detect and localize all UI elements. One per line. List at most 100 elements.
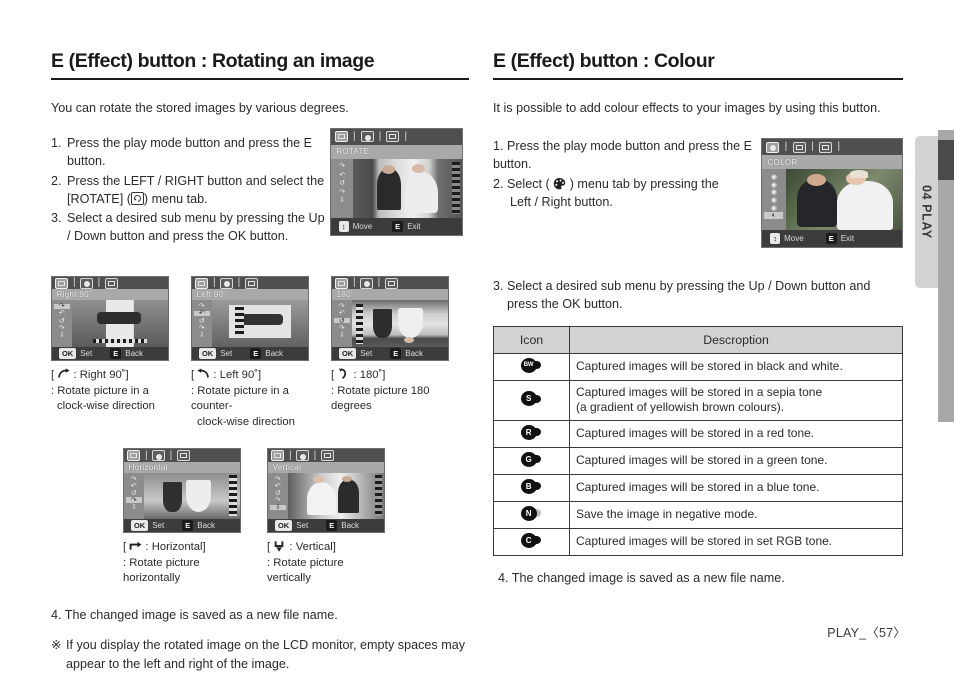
caption-line1: : Rotate picture in a [51, 384, 149, 397]
thumb-group-left90: | | Left 90˚ ↷ ↶ ↺ ↷ ⇩ OK Set E Back [:… [191, 276, 313, 430]
red-badge-icon: R [520, 424, 543, 440]
lcd-side-item-horizontal[interactable]: ↷ [194, 325, 210, 332]
lcd-side-item-vertical[interactable]: ⇩ [194, 332, 210, 339]
right-column: E (Effect) button : Colour It is possibl… [493, 50, 903, 587]
tab-separator: | [212, 277, 216, 289]
table-row: G Captured images will be stored in a gr… [493, 446, 903, 475]
caption-bracket-open: [ [51, 369, 55, 381]
rotate-right-icon [57, 368, 70, 380]
lcd-preview-photo [143, 472, 240, 520]
rotate-thumbs-row-2: | | Horizontal ↷ ↶ ↺ ↷ ⇩ OK Set E Back [… [51, 448, 469, 587]
manual-page: E (Effect) button : Rotating an image Yo… [0, 0, 954, 671]
lcd-tab-resize[interactable] [386, 131, 400, 143]
lcd-side-item-vertical[interactable]: ⇩ [333, 197, 351, 204]
lcd-tab-rotate[interactable] [271, 450, 285, 462]
lcd-side-item-left90[interactable]: ↶ [126, 483, 142, 490]
tab-separator: | [378, 130, 382, 142]
table-cell-description: Captured images will be stored in black … [569, 352, 903, 381]
lcd-footer-exit-label: Exit [840, 233, 855, 243]
step-number: 3. [51, 211, 62, 225]
caption-head: [ : 180˚] [331, 368, 461, 384]
lcd-side-item-vertical[interactable]: ⇩ [126, 504, 142, 511]
lcd-tab-rotate[interactable] [127, 450, 141, 462]
lcd-side-item-right90[interactable]: ↷ [334, 303, 350, 310]
lcd-tab-color[interactable] [296, 450, 310, 462]
lcd-tab-resize[interactable] [244, 277, 258, 289]
lcd-tab-rotate[interactable] [335, 277, 349, 289]
lcd-side-item-horizontal[interactable]: ↷ [333, 189, 351, 196]
lcd-preview-photo [785, 169, 902, 230]
lcd-side-item-green[interactable]: ◉ [764, 204, 783, 212]
lcd-preview-photo [353, 158, 462, 219]
table-header-row: Icon Descroption [493, 325, 903, 354]
caption-line1: : Rotate picture horizontally [123, 556, 200, 585]
lcd-tab-color[interactable] [80, 277, 94, 289]
lcd-side-item-right90[interactable]: ↷ [270, 476, 286, 483]
lcd-side-item-bw[interactable]: ◉ [764, 181, 783, 189]
e-key-icon: E [250, 347, 262, 359]
lcd-tab-color[interactable] [152, 450, 166, 462]
lcd-rotate-main: | | | ROTATE ↷ ↶ ↺ ↷ ⇩ ↕ Move E Exit [330, 128, 463, 236]
lcd-side-item-red[interactable]: ◉ [764, 197, 783, 204]
negative-badge-icon: N [520, 505, 543, 521]
lcd-side-item-horizontal[interactable]: ↷ [54, 325, 70, 332]
lcd-side-item-left90[interactable]: ↶ [334, 310, 350, 317]
lcd-side-item-180[interactable]: ↺ [333, 318, 350, 325]
lcd-vertical: | | Vertical ↷ ↶ ↺ ↷ ⇩ OK Set E Back [267, 448, 385, 534]
lcd-tab-rotate[interactable] [55, 277, 69, 289]
lcd-side-item-vertical[interactable]: ⇩ [54, 332, 70, 339]
lcd-side-item-vertical[interactable]: ⇩ [269, 504, 286, 511]
lcd-side-item-180[interactable]: ↺ [333, 180, 351, 187]
lcd-side-item-vertical[interactable]: ⇩ [334, 332, 350, 339]
lcd-side-item-left90[interactable]: ↶ [270, 483, 286, 490]
lcd-side-item-horizontal[interactable]: ↷ [334, 325, 350, 332]
tab-separator: | [377, 277, 381, 289]
lcd-tab-resize[interactable] [384, 277, 398, 289]
rotate-icon [130, 191, 144, 205]
right-step-4: 4. The changed image is saved as a new f… [498, 570, 785, 585]
lcd-side-item-180[interactable]: ↺ [126, 490, 142, 497]
table-body: BW Captured images will be stored in bla… [493, 352, 903, 556]
bw-badge-icon: BW [520, 357, 543, 373]
ok-key-icon: OK [130, 520, 149, 532]
lcd-side-item-left90[interactable]: ↶ [333, 171, 351, 179]
lcd-side-item-right90[interactable]: ↷ [53, 303, 70, 310]
lcd-side-item-palette[interactable]: ◉ [764, 173, 783, 181]
lcd-side-item-180[interactable]: ↺ [194, 318, 210, 325]
lcd-tab-color[interactable] [766, 141, 780, 153]
tab-separator: | [404, 130, 408, 142]
lcd-tab-color[interactable] [360, 131, 374, 143]
tab-separator: | [97, 277, 101, 289]
lcd-side-menu: ↷ ↶ ↺ ↷ ⇩ [192, 300, 212, 347]
tab-separator: | [352, 277, 356, 289]
lcd-tab-resize[interactable] [320, 450, 334, 462]
e-key-icon: E [390, 347, 402, 359]
lcd-side-item-right90[interactable]: ↷ [333, 163, 351, 170]
tab-separator: | [784, 141, 788, 153]
thumb-group-180: | | 180˚ ↷ ↶ ↺ ↷ ⇩ OK Set E Back [: 180… [331, 276, 461, 430]
lcd-side-item-left90[interactable]: ↶ [54, 310, 70, 317]
lcd-tab-rotate[interactable] [819, 141, 833, 153]
lcd-tab-color[interactable] [220, 277, 234, 289]
lcd-tab-resize[interactable] [792, 141, 806, 153]
table-row: N Save the image in negative mode. [493, 500, 903, 529]
lcd-side-item-custom[interactable]: ◐ [764, 212, 784, 219]
lcd-tab-resize[interactable] [104, 277, 118, 289]
lcd-side-item-horizontal[interactable]: ↷ [270, 497, 286, 504]
lcd-tab-resize[interactable] [176, 450, 190, 462]
lcd-side-item-sepia[interactable]: ◉ [764, 189, 783, 196]
lcd-side-item-180[interactable]: ↺ [54, 318, 70, 325]
lcd-side-item-right90[interactable]: ↷ [194, 303, 210, 310]
caption-line1: : Rotate picture 180 degrees [331, 384, 430, 413]
e-key-icon: E [110, 347, 122, 359]
right-step-2-line2: Left / Right button. [510, 194, 613, 209]
lcd-side-item-180[interactable]: ↺ [270, 490, 286, 497]
lcd-tab-rotate[interactable] [195, 277, 209, 289]
lcd-side-item-horizontal[interactable]: ↷ [125, 497, 142, 504]
lcd-tab-color[interactable] [360, 277, 374, 289]
table-cell-description: Captured images will be stored in a sepi… [569, 379, 903, 421]
lcd-tab-rotate[interactable] [334, 131, 348, 143]
lcd-side-item-left90[interactable]: ↶ [193, 310, 210, 317]
table-cell-description: Captured images will be stored in a red … [569, 419, 903, 448]
lcd-side-item-right90[interactable]: ↷ [126, 476, 142, 483]
